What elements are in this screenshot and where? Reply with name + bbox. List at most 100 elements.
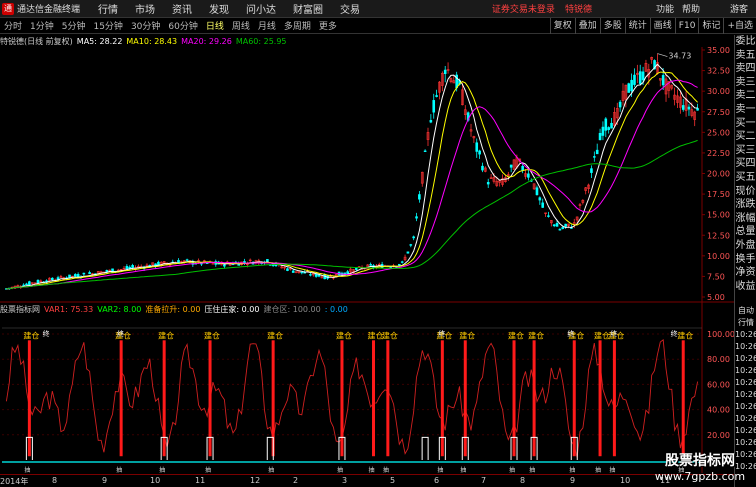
- candle-body: [406, 251, 410, 254]
- sub-tick-label: 60.00: [707, 380, 730, 389]
- ma5-value: MA5: 28.22: [76, 36, 123, 46]
- price-tick-label: 27.50: [707, 108, 730, 117]
- rp-item: 涨跌: [735, 199, 756, 211]
- candle-body: [598, 132, 602, 141]
- build-signal-bar: [532, 340, 536, 457]
- rp-item: 收益: [735, 280, 756, 292]
- candle-body: [415, 216, 418, 219]
- price-tick-label: 22.50: [707, 149, 730, 158]
- candle-body: [185, 259, 189, 261]
- candle-body: [223, 264, 226, 267]
- kline-chart[interactable]: 34.73 建仓抽建仓抽建仓抽建仓抽建仓抽建仓抽建仓抽建仓抽建仓抽建仓抽建仓抽建…: [0, 0, 756, 487]
- date-tick-label: 9: [570, 476, 576, 485]
- price-tick-label: 12.50: [707, 231, 730, 240]
- candle-body: [105, 270, 109, 273]
- stock-name-label: 特锐德(日线 前复权): [0, 36, 73, 46]
- rp-quote[interactable]: 行情: [735, 317, 756, 329]
- highest-price-label: 34.73: [668, 52, 691, 61]
- build-signal-bar: [681, 340, 685, 457]
- build-signal-label: 建仓: [508, 330, 524, 340]
- rp-item: 卖二: [735, 90, 756, 102]
- candle-body: [552, 224, 556, 227]
- var2-value: VAR2: 8.00: [97, 304, 142, 314]
- price-tick-label: 17.50: [707, 190, 730, 199]
- date-tick-label: 2014年: [0, 477, 29, 486]
- rp-time: 10:26: [735, 402, 756, 411]
- ma20-value: MA20: 29.26: [181, 36, 232, 46]
- candle-body: [564, 223, 567, 227]
- rp-item: 换手: [735, 253, 756, 265]
- price-tick-label: 35.00: [707, 46, 730, 55]
- candle-body: [36, 279, 40, 284]
- price-tick-label: 32.50: [707, 67, 730, 76]
- rp-auto[interactable]: 自动: [735, 305, 756, 317]
- candle-body: [429, 120, 433, 123]
- rp-time: 10:26: [735, 330, 756, 339]
- price-tick-label: 5.00: [707, 293, 725, 302]
- candle-body: [486, 182, 490, 185]
- rp-item: 涨幅: [735, 212, 756, 224]
- build-signal-label: 建仓: [267, 330, 283, 340]
- quote-side-panel: 委比 卖五 卖四 卖三 卖二 卖一 买一 买二 买三 买四 买五 现价 涨跌 涨…: [734, 35, 756, 487]
- ma5-line: [6, 63, 698, 290]
- build-signal-bar: [612, 340, 616, 457]
- rp-item: 买二: [735, 131, 756, 143]
- candle-body: [627, 83, 631, 93]
- build-signal-label: 建仓: [528, 330, 544, 340]
- ma10-value: MA10: 28.43: [126, 36, 178, 46]
- candle-body: [412, 236, 415, 239]
- build-signal-bar: [598, 340, 602, 457]
- candle-body: [593, 156, 596, 158]
- bottom-signal-label: 抽: [337, 466, 343, 474]
- rp-time: 10:26: [735, 342, 756, 351]
- watermark: 股票指标网 www.7gpzb.com: [644, 452, 756, 487]
- candle-body: [590, 168, 593, 173]
- sub-tick-label: 80.00: [707, 355, 730, 364]
- candle-body: [541, 202, 545, 208]
- top-signal-label: 终: [610, 329, 617, 338]
- rp-time: 10:26: [735, 390, 756, 399]
- sub-tick-label: 20.00: [707, 431, 730, 440]
- candle-body: [641, 71, 645, 81]
- date-axis: 2014年 8 9 10 11 12 2 3 5 6 7 8 9 10 11: [0, 474, 734, 487]
- date-tick-label: 6: [434, 476, 440, 485]
- candle-body: [354, 268, 358, 270]
- candle-body: [618, 101, 622, 108]
- rp-time: 10:26: [735, 414, 756, 423]
- date-tick-label: 9: [102, 476, 108, 485]
- build-signal-label: 建仓: [204, 330, 220, 340]
- candle-body: [309, 274, 312, 276]
- candle-body: [696, 108, 699, 111]
- ma60-line: [6, 139, 698, 290]
- rp-item: 卖四: [735, 63, 756, 75]
- candle-body: [432, 100, 436, 113]
- candle-body: [478, 150, 481, 155]
- build-signal-bar: [386, 340, 390, 457]
- candle-body: [423, 150, 427, 153]
- var1-line: [5, 338, 699, 458]
- watermark-title: 股票指标网: [665, 453, 735, 469]
- build-signal-bar: [572, 340, 576, 457]
- candle-body: [369, 264, 372, 266]
- rp-time: 10:26: [735, 354, 756, 363]
- date-tick-label: 8: [52, 476, 58, 485]
- rp-item: 买三: [735, 144, 756, 156]
- bottom-signal-label: 抽: [268, 466, 274, 474]
- candle-body: [51, 277, 54, 281]
- candle-body: [125, 266, 129, 270]
- candle-body: [604, 118, 608, 131]
- sub-indicator-name[interactable]: 股票指标网: [0, 304, 40, 315]
- candle-body: [435, 95, 438, 97]
- bottom-signal-label: 抽: [569, 466, 575, 474]
- candle-body: [633, 74, 636, 85]
- candle-body: [82, 272, 86, 275]
- tail-value: : 0.00: [324, 304, 348, 314]
- sub-tick-label: 40.00: [707, 406, 730, 415]
- rp-item: 委比: [735, 36, 756, 47]
- candle-body: [286, 268, 289, 271]
- bottom-signal-label: 抽: [609, 466, 615, 474]
- var1-value: VAR1: 75.33: [44, 304, 94, 314]
- candle-body: [521, 166, 524, 171]
- build-signal-bar: [463, 340, 467, 457]
- candle-body: [475, 142, 479, 152]
